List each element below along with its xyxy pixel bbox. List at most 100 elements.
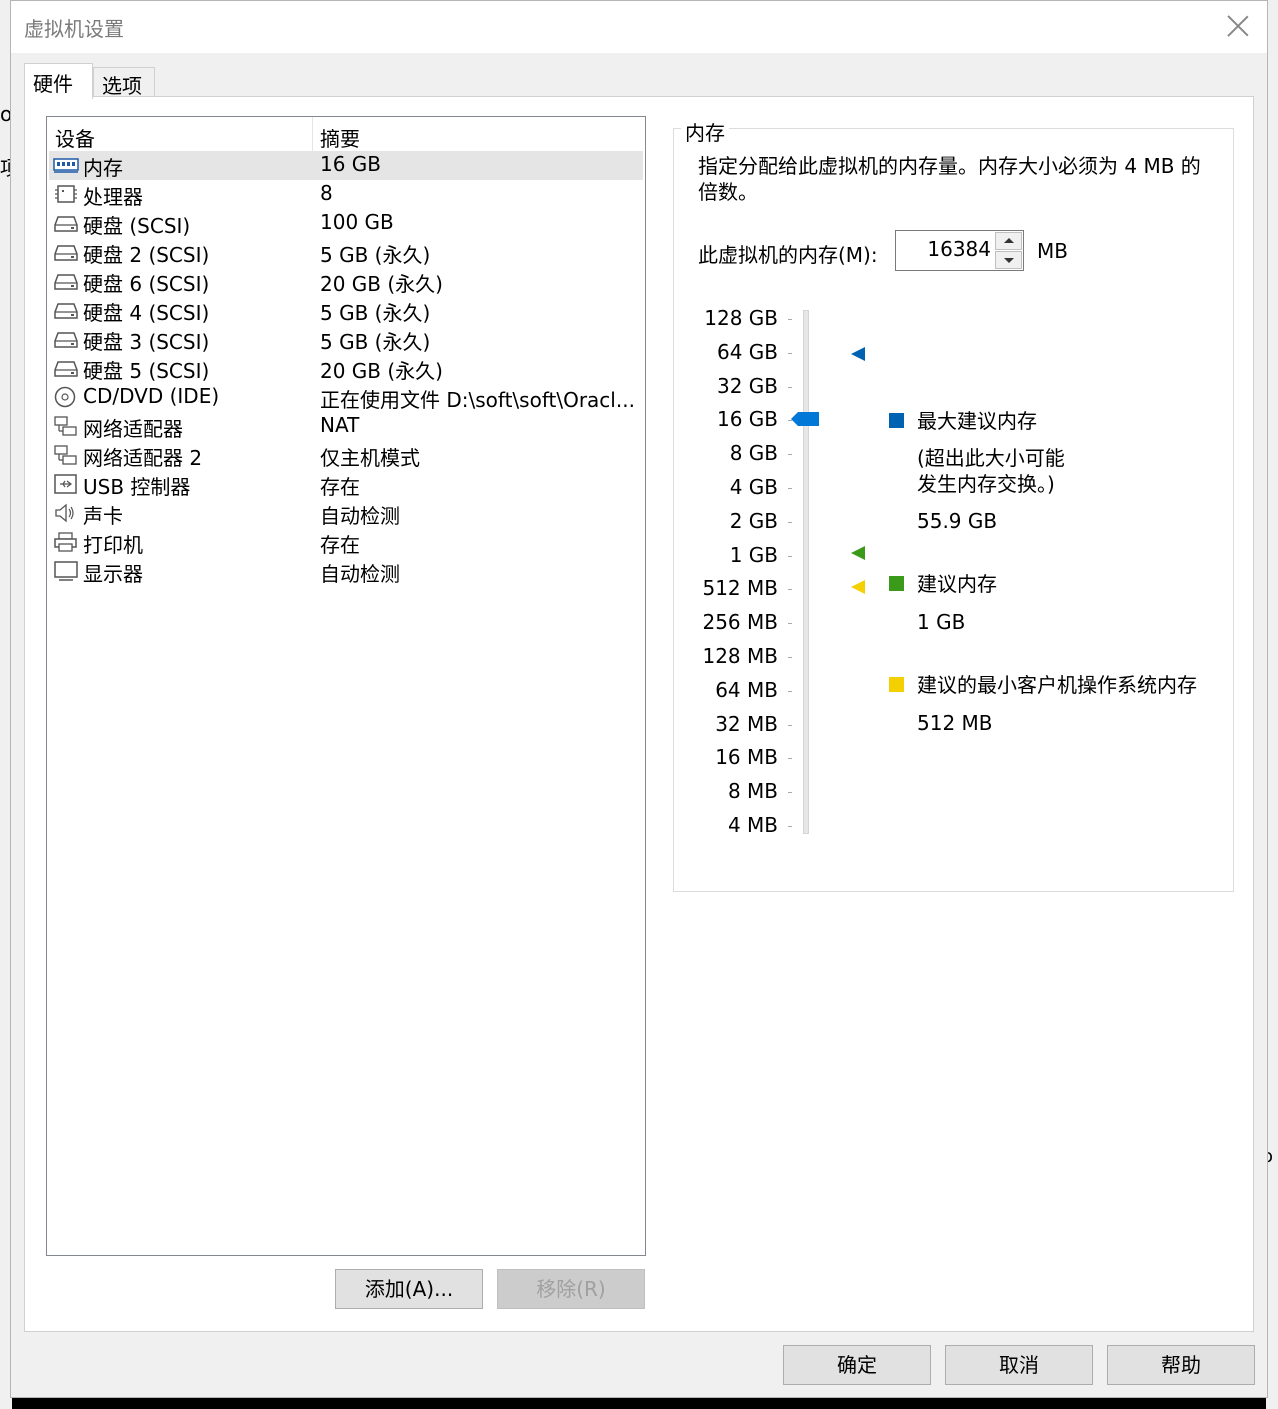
min-guest-marker-icon [851, 580, 865, 594]
hard-disk-icon [53, 299, 79, 321]
memory-group-title: 内存 [681, 117, 729, 146]
memory-scale-tick [788, 657, 792, 658]
device-row[interactable]: 网络适配器 2 仅主机模式 [49, 441, 643, 470]
device-name: 声卡 [83, 504, 123, 528]
tab-options[interactable]: 选项 [93, 67, 155, 98]
title-bar: 虚拟机设置 [11, 1, 1267, 53]
device-row[interactable]: USB 控制器 存在 [49, 470, 643, 499]
device-summary: 20 GB (永久) [320, 272, 443, 296]
memory-size-input[interactable]: 16384 [927, 237, 991, 261]
device-summary: 仅主机模式 [320, 446, 420, 470]
speaker-icon [53, 502, 79, 524]
memory-scale-tick [788, 521, 792, 523]
hard-disk-icon [53, 241, 79, 263]
memory-scale-label: 32 GB [716, 373, 778, 398]
device-row[interactable]: 硬盘 2 (SCSI) 5 GB (永久) [49, 238, 643, 267]
add-button[interactable]: 添加(A)... [335, 1269, 483, 1309]
memory-size-spinner[interactable]: 16384 [895, 230, 1024, 271]
memory-description: 指定分配给此虚拟机的内存量。内存大小必须为 4 MB 的倍数。 [698, 154, 1201, 204]
device-name: 硬盘 3 (SCSI) [83, 330, 210, 354]
device-row[interactable]: 打印机 存在 [49, 528, 643, 557]
memory-scale-label: 8 MB [727, 779, 778, 804]
device-row[interactable]: 硬盘 (SCSI) 100 GB [49, 209, 643, 238]
device-summary: 100 GB [320, 210, 394, 234]
device-row[interactable]: 声卡 自动检测 [49, 499, 643, 528]
device-summary: 正在使用文件 D:\soft\soft\Oracl... [320, 388, 635, 412]
recommended-value: 1 GB [917, 610, 966, 634]
device-name: 硬盘 2 (SCSI) [83, 243, 210, 267]
device-name: 打印机 [83, 533, 143, 557]
device-row[interactable]: 硬盘 5 (SCSI) 20 GB (永久) [49, 354, 643, 383]
memory-scale-label: 4 GB [729, 475, 778, 499]
device-name: 处理器 [83, 185, 143, 209]
device-list: 设备 摘要 内存 16 GB 处理器 8 硬盘 (SCSI) 100 GB 硬盘 2 (SC… [46, 116, 646, 1256]
memory-scale-label: 32 MB [715, 711, 778, 736]
printer-icon [53, 531, 79, 553]
memory-slider-track[interactable] [803, 310, 809, 834]
device-name: 网络适配器 [83, 417, 183, 441]
hard-disk-icon [53, 212, 79, 234]
min-guest-swatch-icon [889, 677, 904, 692]
memory-scale-tick [788, 488, 792, 489]
memory-scale-label: 16 MB [715, 745, 778, 770]
device-row[interactable]: 处理器 8 [49, 180, 643, 209]
column-header-summary[interactable]: 摘要 [320, 123, 360, 152]
help-button[interactable]: 帮助 [1107, 1345, 1255, 1385]
memory-scale-tick [788, 454, 792, 456]
spin-down-button[interactable] [995, 251, 1022, 269]
device-name: 网络适配器 2 [83, 446, 203, 470]
device-summary: 5 GB (永久) [320, 330, 431, 354]
device-name: 硬盘 6 (SCSI) [83, 272, 210, 296]
device-row[interactable]: 显示器 自动检测 [49, 557, 643, 586]
device-name: 硬盘 5 (SCSI) [83, 359, 210, 383]
spin-up-button[interactable] [995, 232, 1022, 250]
device-summary: 8 [320, 181, 333, 205]
tab-hardware[interactable]: 硬件 [24, 63, 93, 99]
hard-disk-icon [53, 328, 79, 350]
memory-scale-tick [788, 589, 792, 591]
remove-button[interactable]: 移除(R) [497, 1269, 645, 1309]
memory-icon [53, 154, 79, 176]
close-icon[interactable] [1225, 13, 1251, 39]
device-summary: 16 GB [320, 152, 382, 176]
memory-scale-label: 8 GB [729, 441, 778, 466]
device-row[interactable]: 网络适配器 NAT [49, 412, 643, 441]
device-list-header: 设备 摘要 [47, 117, 645, 151]
cancel-button[interactable]: 取消 [945, 1345, 1093, 1385]
hardware-panel: 设备 摘要 内存 16 GB 处理器 8 硬盘 (SCSI) 100 GB 硬盘 2 (SC… [24, 96, 1254, 1332]
max-recommended-note: (超出此大小可能 发生内存交换。) [917, 446, 1065, 496]
device-name: CD/DVD (IDE) [83, 384, 220, 408]
memory-scale-tick [788, 690, 792, 692]
memory-scale-tick [788, 792, 792, 794]
device-row[interactable]: CD/DVD (IDE) 正在使用文件 D:\soft\soft\Oracl... [49, 383, 643, 412]
column-divider[interactable] [312, 117, 313, 151]
memory-size-label: 此虚拟机的内存(M): [698, 243, 878, 267]
device-row[interactable]: 硬盘 6 (SCSI) 20 GB (永久) [49, 267, 643, 296]
memory-scale-label: 16 GB [716, 407, 778, 432]
device-summary: 自动检测 [320, 562, 400, 586]
cd-dvd-icon [53, 386, 79, 408]
network-adapter-icon [53, 444, 79, 466]
device-name: 显示器 [83, 562, 143, 586]
memory-scale-label: 64 GB [716, 339, 778, 364]
memory-slider-thumb[interactable] [791, 412, 819, 426]
device-summary: 存在 [320, 533, 360, 557]
device-summary: 5 GB (永久) [320, 243, 431, 267]
device-summary: 20 GB (永久) [320, 359, 443, 383]
memory-scale-tick [788, 386, 792, 388]
column-header-device[interactable]: 设备 [55, 123, 95, 152]
memory-scale-label: 128 GB [704, 306, 778, 330]
max-recommended-value: 55.9 GB [917, 509, 998, 533]
memory-scale-label: 1 GB [729, 542, 778, 567]
device-summary: 存在 [320, 475, 360, 499]
max-recommended-label: 最大建议内存 [917, 409, 1037, 433]
ok-button[interactable]: 确定 [783, 1345, 931, 1385]
hard-disk-icon [53, 357, 79, 379]
memory-scale-label: 128 MB [702, 644, 778, 668]
device-row[interactable]: 硬盘 4 (SCSI) 5 GB (永久) [49, 296, 643, 325]
device-row[interactable]: 硬盘 3 (SCSI) 5 GB (永久) [49, 325, 643, 354]
device-row[interactable]: 内存 16 GB [49, 151, 643, 180]
device-summary: 自动检测 [320, 504, 400, 528]
monitor-icon [53, 560, 79, 582]
memory-scale-label: 256 MB [702, 610, 778, 635]
